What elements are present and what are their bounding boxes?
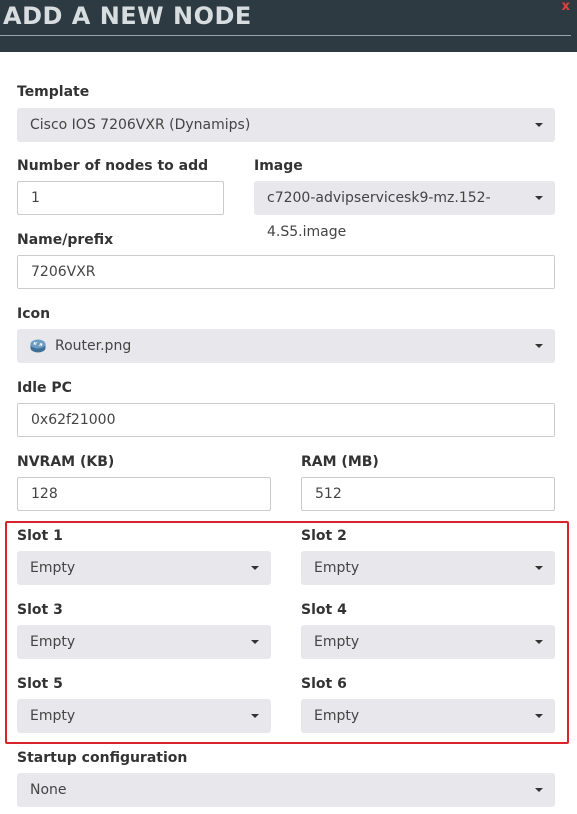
slot-1-select[interactable]: Empty <box>17 551 271 585</box>
icon-select[interactable]: Router.png <box>17 329 555 363</box>
slot-6-select[interactable]: Empty <box>301 699 555 733</box>
slot-6-label: Slot 6 <box>301 676 347 692</box>
header-divider <box>0 35 571 36</box>
chevron-down-icon <box>535 788 543 792</box>
dialog-header: ADD A NEW NODE x <box>0 0 577 52</box>
chevron-down-icon <box>251 640 259 644</box>
template-select[interactable]: Cisco IOS 7206VXR (Dynamips) <box>17 108 555 142</box>
slot-4-label: Slot 4 <box>301 602 347 618</box>
chevron-down-icon <box>535 123 543 127</box>
idle-pc-input[interactable]: 0x62f21000 <box>17 403 555 437</box>
node-count-label: Number of nodes to add <box>17 158 209 174</box>
slot-3-select[interactable]: Empty <box>17 625 271 659</box>
template-value: Cisco IOS 7206VXR (Dynamips) <box>30 117 251 133</box>
slot-2-label: Slot 2 <box>301 528 347 544</box>
chevron-down-icon <box>535 344 543 348</box>
slot-1-label: Slot 1 <box>17 528 63 544</box>
slot-5-select[interactable]: Empty <box>17 699 271 733</box>
close-icon[interactable]: x <box>562 0 570 13</box>
slot-4-select[interactable]: Empty <box>301 625 555 659</box>
chevron-down-icon <box>251 714 259 718</box>
chevron-down-icon <box>535 196 543 200</box>
template-label: Template <box>17 84 90 100</box>
slot-1-value: Empty <box>30 560 76 576</box>
startup-config-select[interactable]: None <box>17 773 555 807</box>
slot-4-value: Empty <box>314 634 360 650</box>
chevron-down-icon <box>535 640 543 644</box>
slot-2-value: Empty <box>314 560 360 576</box>
router-icon <box>30 339 46 353</box>
image-select[interactable]: c7200-advipservicesk9-mz.152-4.S5.image <box>254 181 555 240</box>
name-prefix-label: Name/prefix <box>17 232 114 248</box>
startup-config-label: Startup configuration <box>17 750 188 766</box>
startup-config-value: None <box>30 782 67 798</box>
ram-label: RAM (MB) <box>301 454 379 470</box>
slot-3-value: Empty <box>30 634 76 650</box>
slot-5-label: Slot 5 <box>17 676 63 692</box>
slot-6-value: Empty <box>314 708 360 724</box>
nvram-label: NVRAM (KB) <box>17 454 115 470</box>
slot-3-label: Slot 3 <box>17 602 63 618</box>
chevron-down-icon <box>251 566 259 570</box>
nvram-input[interactable]: 128 <box>17 477 271 511</box>
slot-5-value: Empty <box>30 708 76 724</box>
icon-value: Router.png <box>55 338 132 354</box>
slot-2-select[interactable]: Empty <box>301 551 555 585</box>
chevron-down-icon <box>535 566 543 570</box>
dialog-title: ADD A NEW NODE <box>3 2 252 30</box>
image-label: Image <box>254 158 303 174</box>
node-count-input[interactable]: 1 <box>17 181 224 215</box>
icon-label: Icon <box>17 306 51 322</box>
image-value: c7200-advipservicesk9-mz.152-4.S5.image <box>267 190 491 240</box>
name-prefix-input[interactable]: 7206VXR <box>17 255 555 289</box>
chevron-down-icon <box>535 714 543 718</box>
ram-input[interactable]: 512 <box>301 477 555 511</box>
idle-pc-label: Idle PC <box>17 380 72 396</box>
